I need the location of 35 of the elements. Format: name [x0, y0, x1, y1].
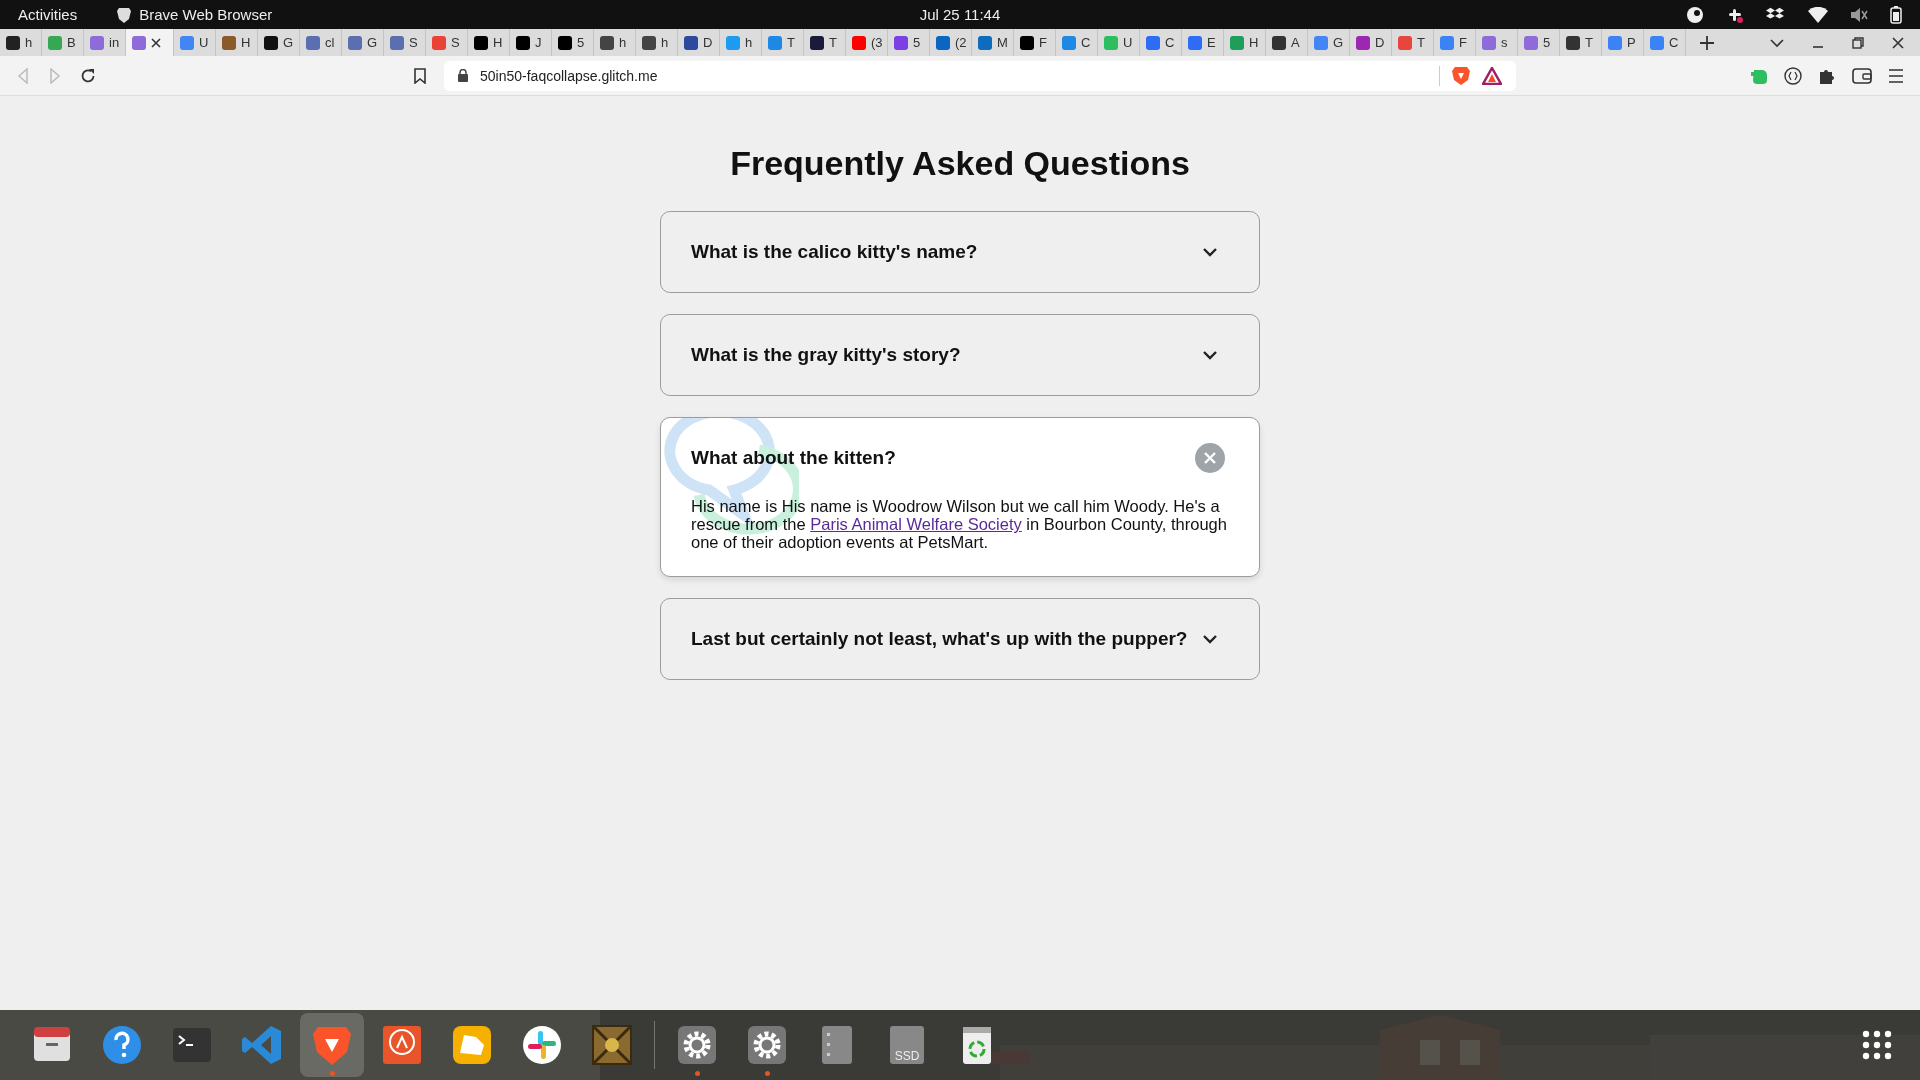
battery-icon[interactable]	[1890, 5, 1902, 24]
wallet-icon[interactable]	[1852, 67, 1872, 84]
close-icon[interactable]	[1892, 36, 1904, 49]
app-menu[interactable]: Brave Web Browser	[117, 6, 273, 23]
app-grid-icon[interactable]	[1862, 1030, 1892, 1060]
menu-icon[interactable]	[1888, 68, 1904, 83]
chevron-down-icon	[1202, 246, 1218, 258]
muted-speaker-icon[interactable]	[1850, 6, 1868, 23]
wifi-icon[interactable]	[1808, 6, 1828, 23]
tab-list-chevron-icon[interactable]	[1770, 37, 1784, 48]
restore-icon[interactable]	[1852, 36, 1864, 49]
reload-icon[interactable]	[80, 67, 96, 84]
bookmark-icon[interactable]	[414, 67, 426, 84]
chevron-down-icon	[1202, 633, 1218, 646]
page-title: Frequently Asked Questions	[730, 144, 1190, 183]
steam-icon[interactable]	[1686, 5, 1704, 24]
lion-shield-icon[interactable]	[1452, 65, 1470, 86]
lock-icon	[458, 69, 468, 82]
faq-question: Last but certainly not least, what's up with the pupper?	[691, 628, 1188, 651]
faq-question: What about the kitten?	[691, 447, 896, 469]
close-tab-icon[interactable]	[151, 37, 161, 48]
browser-tab[interactable]	[126, 29, 174, 56]
address-bar[interactable]: 50in50-faqcollapse.glitch.me	[444, 60, 1516, 91]
new-tab-icon[interactable]	[1700, 35, 1714, 50]
clock[interactable]: Jul 25 11:44	[919, 6, 1001, 23]
drive-label: SSD	[894, 1049, 920, 1063]
chevron-down-icon	[1202, 349, 1218, 361]
close-icon	[1203, 451, 1217, 465]
triangle-icon[interactable]	[1482, 66, 1502, 85]
activities-button[interactable]: Activities	[18, 6, 78, 23]
society-link[interactable]: Paris Animal Welfare Society	[810, 515, 1022, 534]
faq-answer: His name is His name is Woodrow Wilson but we call him Woody. He's a rescue from the Paris Animal Welfare Society in Bourbon County, through one of their adoption events at PetsMart.	[691, 497, 1228, 552]
code-braces-icon[interactable]	[1784, 66, 1802, 85]
faq-question: What is the gray kitty's story?	[691, 344, 961, 366]
faq-question: What is the calico kitty's name?	[691, 241, 978, 263]
